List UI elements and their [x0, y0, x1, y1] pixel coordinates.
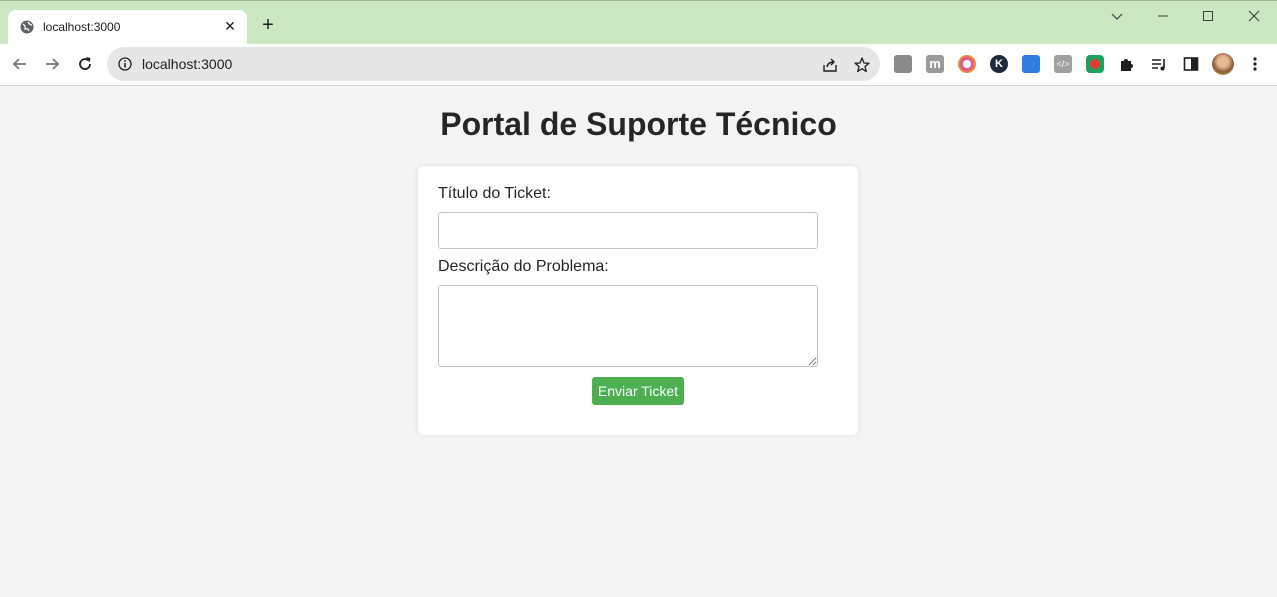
- arrow-right-icon[interactable]: [42, 54, 62, 74]
- star-icon[interactable]: [853, 56, 871, 74]
- ticket-form: Título do Ticket: Descrição do Problema:…: [418, 166, 858, 435]
- reload-icon[interactable]: [75, 54, 95, 74]
- avatar[interactable]: [1212, 53, 1234, 75]
- kebab-menu-icon[interactable]: [1246, 55, 1264, 73]
- arrow-left-icon[interactable]: [10, 54, 30, 74]
- browser-toolbar: localhost:3000 m K </>: [0, 44, 1277, 86]
- extension-blue-icon[interactable]: [1022, 55, 1040, 73]
- ticket-title-label: Título do Ticket:: [438, 185, 551, 202]
- globe-icon: [20, 20, 34, 34]
- extension-k-icon[interactable]: K: [990, 55, 1008, 73]
- extension-code-icon[interactable]: </>: [1054, 55, 1072, 73]
- window-close-icon[interactable]: [1245, 7, 1263, 25]
- maximize-icon[interactable]: [1199, 7, 1217, 25]
- tab-search-icon[interactable]: [1108, 7, 1126, 25]
- extension-m-icon[interactable]: m: [926, 55, 944, 73]
- minimize-icon[interactable]: [1154, 7, 1172, 25]
- browser-titlebar: localhost:3000 ✕ +: [0, 0, 1277, 45]
- extension-play-icon[interactable]: [1086, 55, 1104, 73]
- media-queue-icon[interactable]: [1150, 55, 1168, 73]
- description-label: Descrição do Problema:: [438, 258, 609, 275]
- share-icon[interactable]: [821, 56, 839, 74]
- info-icon[interactable]: [118, 57, 132, 71]
- extension-circle-icon[interactable]: [958, 55, 976, 73]
- address-text: localhost:3000: [142, 56, 233, 72]
- browser-tab[interactable]: localhost:3000 ✕: [8, 10, 247, 45]
- close-icon[interactable]: ✕: [222, 18, 238, 34]
- address-bar[interactable]: localhost:3000: [107, 47, 880, 81]
- tab-title: localhost:3000: [43, 20, 121, 34]
- side-panel-icon[interactable]: [1182, 55, 1200, 73]
- description-textarea[interactable]: [438, 285, 818, 367]
- submit-ticket-button[interactable]: Enviar Ticket: [592, 377, 684, 405]
- extension-1-icon[interactable]: [894, 55, 912, 73]
- page-title: Portal de Suporte Técnico: [440, 106, 837, 142]
- ticket-title-input[interactable]: [438, 212, 818, 249]
- puzzle-icon[interactable]: [1118, 55, 1136, 73]
- new-tab-button[interactable]: +: [258, 15, 278, 35]
